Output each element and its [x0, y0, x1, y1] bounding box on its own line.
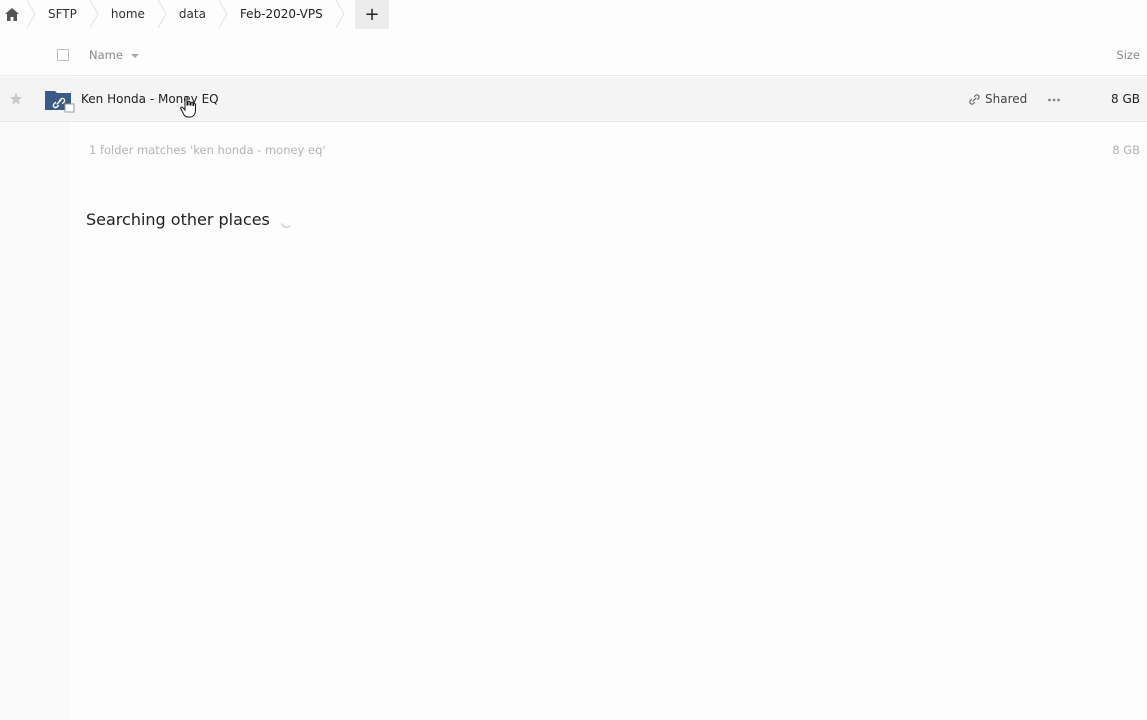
link-icon [969, 93, 980, 105]
select-all-checkbox[interactable] [57, 49, 69, 61]
breadcrumb-separator [24, 0, 38, 28]
shared-link[interactable]: Shared [968, 92, 1027, 106]
breadcrumb-separator [87, 0, 101, 28]
file-size: 8 GB [1111, 92, 1140, 106]
file-name-link[interactable]: Ken Honda - Money EQ [81, 92, 219, 106]
files-app: SFTP home data Feb-2020-VPS + Name Size … [0, 0, 1147, 720]
crumb-label: data [178, 7, 206, 21]
crumb-data[interactable]: data [169, 0, 216, 28]
match-summary: 1 folder matches 'ken honda - money eq' [89, 143, 326, 157]
breadcrumb-separator [155, 0, 169, 28]
new-button[interactable]: + [355, 0, 389, 29]
crumb-label: SFTP [48, 7, 77, 21]
home-icon [5, 7, 19, 21]
home-crumb[interactable] [0, 0, 24, 28]
sort-by-name[interactable]: Name [89, 48, 139, 62]
sort-caret-icon [130, 53, 139, 58]
sort-by-size[interactable]: Size [1116, 48, 1140, 62]
list-header: Name Size [0, 36, 1147, 76]
size-column-label: Size [1116, 48, 1140, 62]
breadcrumb: SFTP home data Feb-2020-VPS [0, 0, 347, 28]
searching-label: Searching other places [86, 210, 270, 229]
crumb-label-current: Feb-2020-VPS [239, 7, 323, 21]
breadcrumb-separator [216, 0, 230, 28]
crumb-feb-2020-vps[interactable]: Feb-2020-VPS [230, 0, 333, 28]
left-gutter [0, 76, 70, 720]
searching-other-places: Searching other places [86, 210, 294, 229]
more-actions-icon[interactable] [1047, 93, 1061, 107]
loading-spinner-icon [281, 222, 291, 228]
breadcrumb-separator [333, 0, 347, 28]
star-icon[interactable] [9, 92, 23, 106]
match-total-size: 8 GB [1112, 143, 1140, 157]
shared-folder-icon[interactable] [44, 89, 76, 113]
shared-label: Shared [985, 92, 1028, 106]
crumb-home[interactable]: home [101, 0, 155, 28]
crumb-sftp[interactable]: SFTP [38, 0, 87, 28]
crumb-label: home [110, 7, 145, 21]
name-column-label: Name [89, 48, 123, 62]
file-row[interactable]: Ken Honda - Money EQ Shared 8 GB [0, 77, 1147, 122]
